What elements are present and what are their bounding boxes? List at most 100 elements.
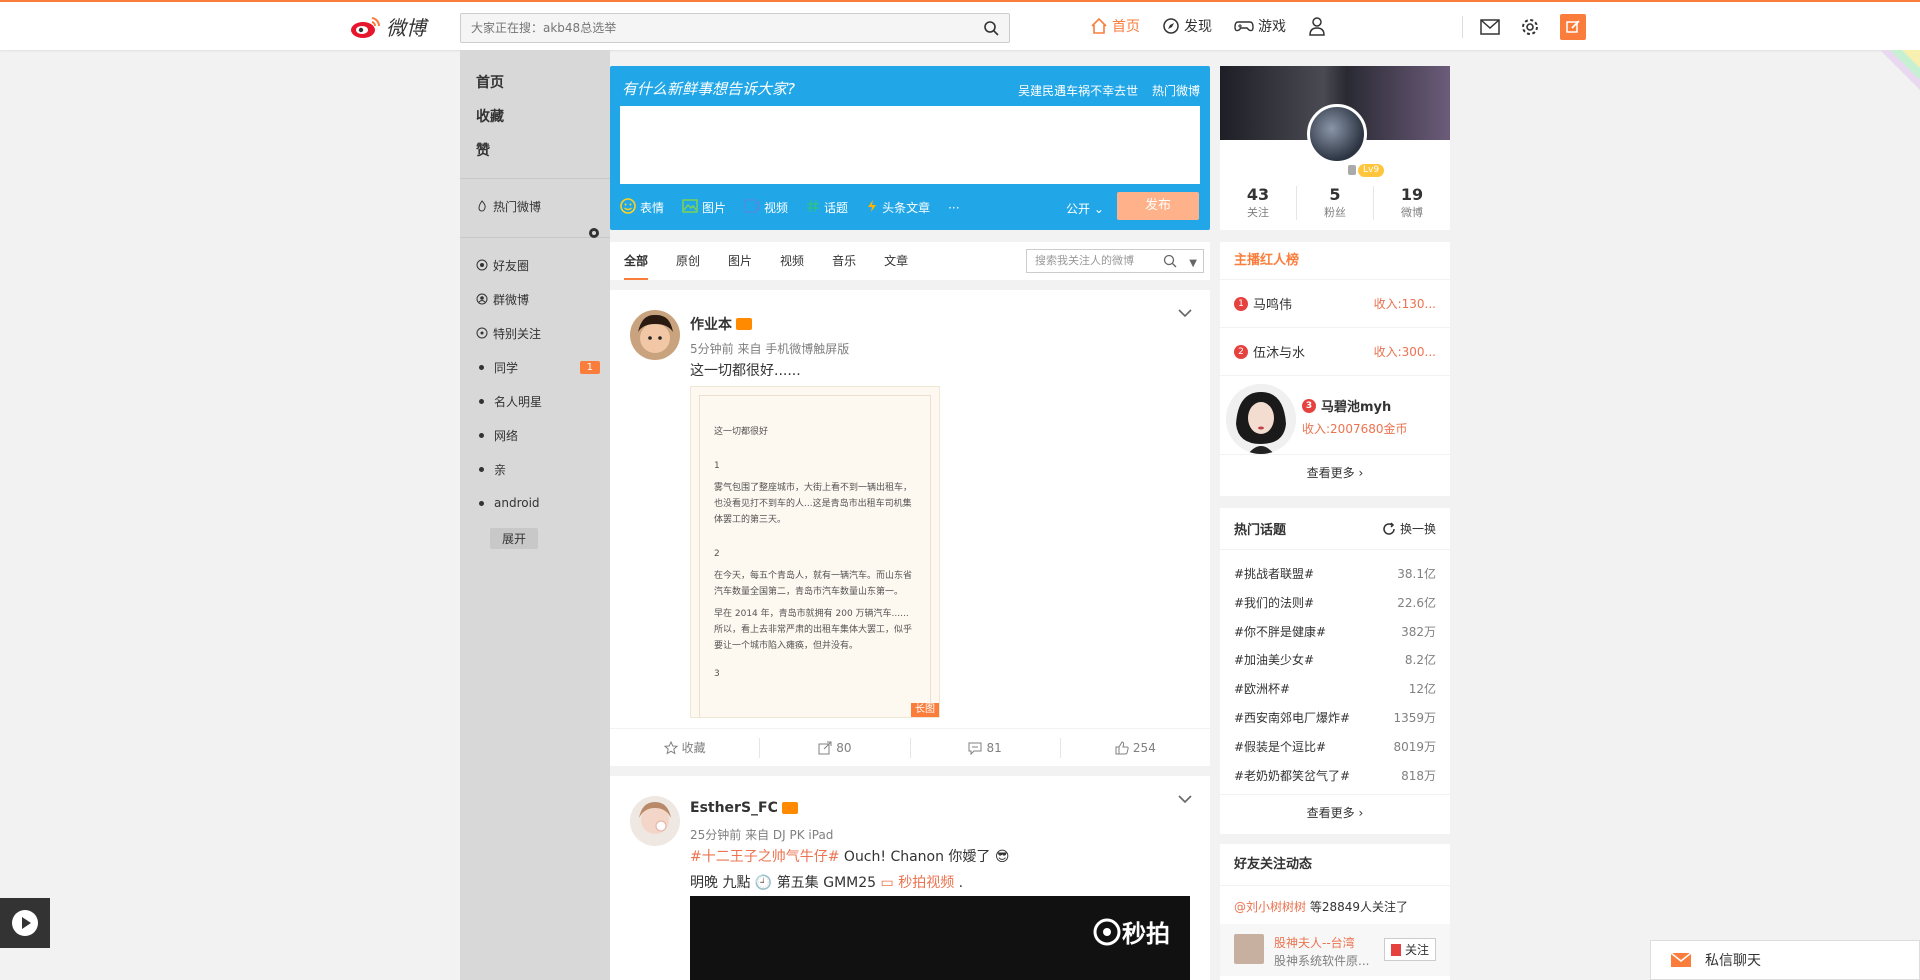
post-author[interactable]: 作业本 bbox=[690, 314, 752, 334]
collect-button[interactable]: 收藏 bbox=[610, 737, 761, 758]
sidebar-item-android[interactable]: android bbox=[460, 486, 610, 520]
collect-label: 收藏 bbox=[681, 741, 706, 755]
list-item[interactable]: #加油美少女# 8.2亿 bbox=[1234, 646, 1436, 675]
sidebar-item-friends-circle[interactable]: 好友圈 bbox=[460, 248, 610, 282]
stat-followers[interactable]: 5 粉丝 bbox=[1297, 186, 1374, 220]
list-item[interactable]: #我们的法则# 22.6亿 bbox=[1234, 589, 1436, 618]
sidebar-item-hot[interactable]: 热门微博 bbox=[460, 189, 610, 223]
rank-income: 收入:2007680金币 bbox=[1302, 422, 1408, 436]
stat-posts[interactable]: 19 微博 bbox=[1374, 186, 1450, 220]
nav-discover[interactable]: 发现 bbox=[1162, 16, 1212, 36]
ranking-more-link[interactable]: 查看更多 › bbox=[1220, 454, 1450, 490]
mail-icon[interactable] bbox=[1480, 19, 1500, 35]
sidebar-item-family[interactable]: 亲 bbox=[460, 452, 610, 486]
sidebar-item-special[interactable]: 特别关注 bbox=[460, 316, 610, 350]
ranking-row[interactable]: 2 伍沐与水 收入:300... bbox=[1220, 328, 1450, 376]
tab-articles[interactable]: 文章 bbox=[884, 242, 908, 280]
list-item[interactable]: #你不胖是健康# 382万 bbox=[1234, 618, 1436, 647]
bullet-icon bbox=[479, 398, 484, 404]
sidebar-item-classmates[interactable]: 同学 1 bbox=[460, 350, 610, 384]
video-link[interactable]: ▭ 秒拍视频 bbox=[881, 875, 955, 891]
tab-music[interactable]: 音乐 bbox=[832, 242, 856, 280]
ranking-row-featured[interactable]: 3 马碧池myh 收入:2007680金币 bbox=[1220, 376, 1450, 454]
nav-games[interactable]: 游戏 bbox=[1234, 16, 1286, 36]
long-image[interactable]: 这一切都很好 1 雾气包围了整座城市，大街上看不到一辆出租车，也没看见打不到车的… bbox=[690, 386, 940, 718]
search-icon[interactable] bbox=[1163, 254, 1177, 268]
recommended-user-name[interactable]: 股神夫人--台湾 bbox=[1274, 934, 1355, 951]
corner-ribbon-icon[interactable] bbox=[1880, 50, 1920, 90]
avatar[interactable] bbox=[630, 310, 680, 360]
hot-weibo-link[interactable]: 热门微博 bbox=[1152, 84, 1200, 98]
publish-textarea[interactable] bbox=[620, 106, 1200, 184]
topic-count: 38.1亿 bbox=[1397, 567, 1436, 581]
topic-count: 1359万 bbox=[1393, 710, 1436, 725]
mention-link[interactable]: @刘小树树树 bbox=[1234, 900, 1306, 914]
chevron-down-icon[interactable] bbox=[1178, 794, 1192, 804]
repost-button[interactable]: 80 bbox=[760, 737, 911, 758]
tool-article[interactable]: 头条文章 bbox=[866, 199, 930, 216]
stat-following[interactable]: 43 关注 bbox=[1220, 186, 1297, 220]
follow-button[interactable]: 关注 bbox=[1383, 938, 1436, 961]
list-item[interactable]: #假装是个逗比# 8019万 bbox=[1234, 733, 1436, 762]
topic-title: #欧洲杯# bbox=[1234, 682, 1291, 697]
publish-links: 吴建民遇车祸不幸去世 热门微博 bbox=[1008, 82, 1200, 99]
top-right-tools bbox=[1480, 14, 1586, 40]
tab-images[interactable]: 图片 bbox=[728, 242, 752, 280]
comment-button[interactable]: 81 bbox=[911, 737, 1061, 758]
search-icon[interactable] bbox=[983, 20, 999, 36]
private-chat-bar[interactable]: 私信聊天 bbox=[1650, 940, 1920, 980]
list-item[interactable]: #挑战者联盟# 38.1亿 bbox=[1234, 560, 1436, 589]
tab-original[interactable]: 原创 bbox=[676, 242, 700, 280]
weibo-logo[interactable]: 微博 bbox=[350, 12, 426, 41]
long-image-paragraph: 3 bbox=[714, 669, 720, 679]
hot-topics-more-link[interactable]: 查看更多 › bbox=[1220, 794, 1450, 830]
group-settings-icon[interactable] bbox=[588, 227, 600, 239]
tool-image[interactable]: 图片 bbox=[682, 199, 726, 216]
sidebar-expand-button[interactable]: 展开 bbox=[490, 528, 539, 549]
tool-video[interactable]: 视频 bbox=[744, 199, 788, 216]
caret-down-icon[interactable]: ▼ bbox=[1189, 253, 1197, 275]
post-author[interactable]: EstherS_FC bbox=[690, 800, 798, 816]
search-box[interactable] bbox=[460, 13, 1010, 43]
video-link-label: 秒拍视频 bbox=[898, 875, 955, 891]
stat-number: 43 bbox=[1246, 185, 1270, 204]
profile-avatar[interactable] bbox=[1307, 104, 1367, 164]
sidebar-item-home[interactable]: 首页 bbox=[460, 66, 610, 100]
compose-button[interactable] bbox=[1560, 14, 1586, 40]
list-item[interactable]: #西安南郊电厂爆炸# 1359万 bbox=[1234, 704, 1436, 733]
list-item[interactable]: #老奶奶都笑岔气了# 818万 bbox=[1234, 762, 1436, 791]
chevron-down-icon[interactable] bbox=[1178, 308, 1192, 318]
sidebar-item-likes[interactable]: 赞 bbox=[460, 134, 610, 168]
refresh-button[interactable]: 换一换 bbox=[1382, 520, 1436, 537]
list-item[interactable]: #欧洲杯# 12亿 bbox=[1234, 675, 1436, 704]
avatar[interactable] bbox=[1226, 384, 1296, 454]
nav-profile[interactable] bbox=[1308, 16, 1330, 36]
publish-button[interactable]: 发布 bbox=[1117, 192, 1199, 220]
tool-topic[interactable]: 话题 bbox=[806, 199, 848, 216]
tab-videos[interactable]: 视频 bbox=[780, 242, 804, 280]
tab-all[interactable]: 全部 bbox=[624, 242, 649, 280]
topic-link[interactable]: #十二王子之帅气牛仔# bbox=[690, 849, 839, 865]
visibility-select[interactable]: 公开 ⌄ bbox=[1066, 200, 1104, 217]
avatar[interactable] bbox=[630, 796, 680, 846]
gear-icon[interactable] bbox=[1520, 17, 1540, 37]
avatar[interactable] bbox=[1234, 934, 1264, 964]
nav-home[interactable]: 首页 bbox=[1090, 16, 1140, 36]
level-badge[interactable]: Lv9 bbox=[1358, 164, 1385, 177]
sidebar-item-label: android bbox=[494, 496, 540, 510]
trending-link[interactable]: 吴建民遇车祸不幸去世 bbox=[1018, 84, 1138, 98]
tool-emoji[interactable]: 表情 bbox=[620, 198, 664, 217]
rank-name: 马碧池myh bbox=[1321, 400, 1392, 415]
media-player-button[interactable] bbox=[0, 898, 50, 948]
search-input[interactable] bbox=[461, 14, 961, 42]
ranking-row[interactable]: 1 马鸣伟 收入:130... bbox=[1220, 280, 1450, 328]
member-icon bbox=[1348, 165, 1356, 175]
sidebar-item-celebrities[interactable]: 名人明星 bbox=[460, 384, 610, 418]
sidebar-item-favorites[interactable]: 收藏 bbox=[460, 100, 610, 134]
like-button[interactable]: 254 bbox=[1061, 738, 1210, 758]
tool-more[interactable]: ··· bbox=[948, 201, 959, 215]
sidebar-item-network[interactable]: 网络 bbox=[460, 418, 610, 452]
sidebar-item-group-weibo[interactable]: 群微博 bbox=[460, 282, 610, 316]
feed-search-input[interactable]: 搜索我关注人的微博 ▼ bbox=[1026, 249, 1204, 273]
video-player[interactable]: 秒拍 bbox=[690, 896, 1190, 980]
